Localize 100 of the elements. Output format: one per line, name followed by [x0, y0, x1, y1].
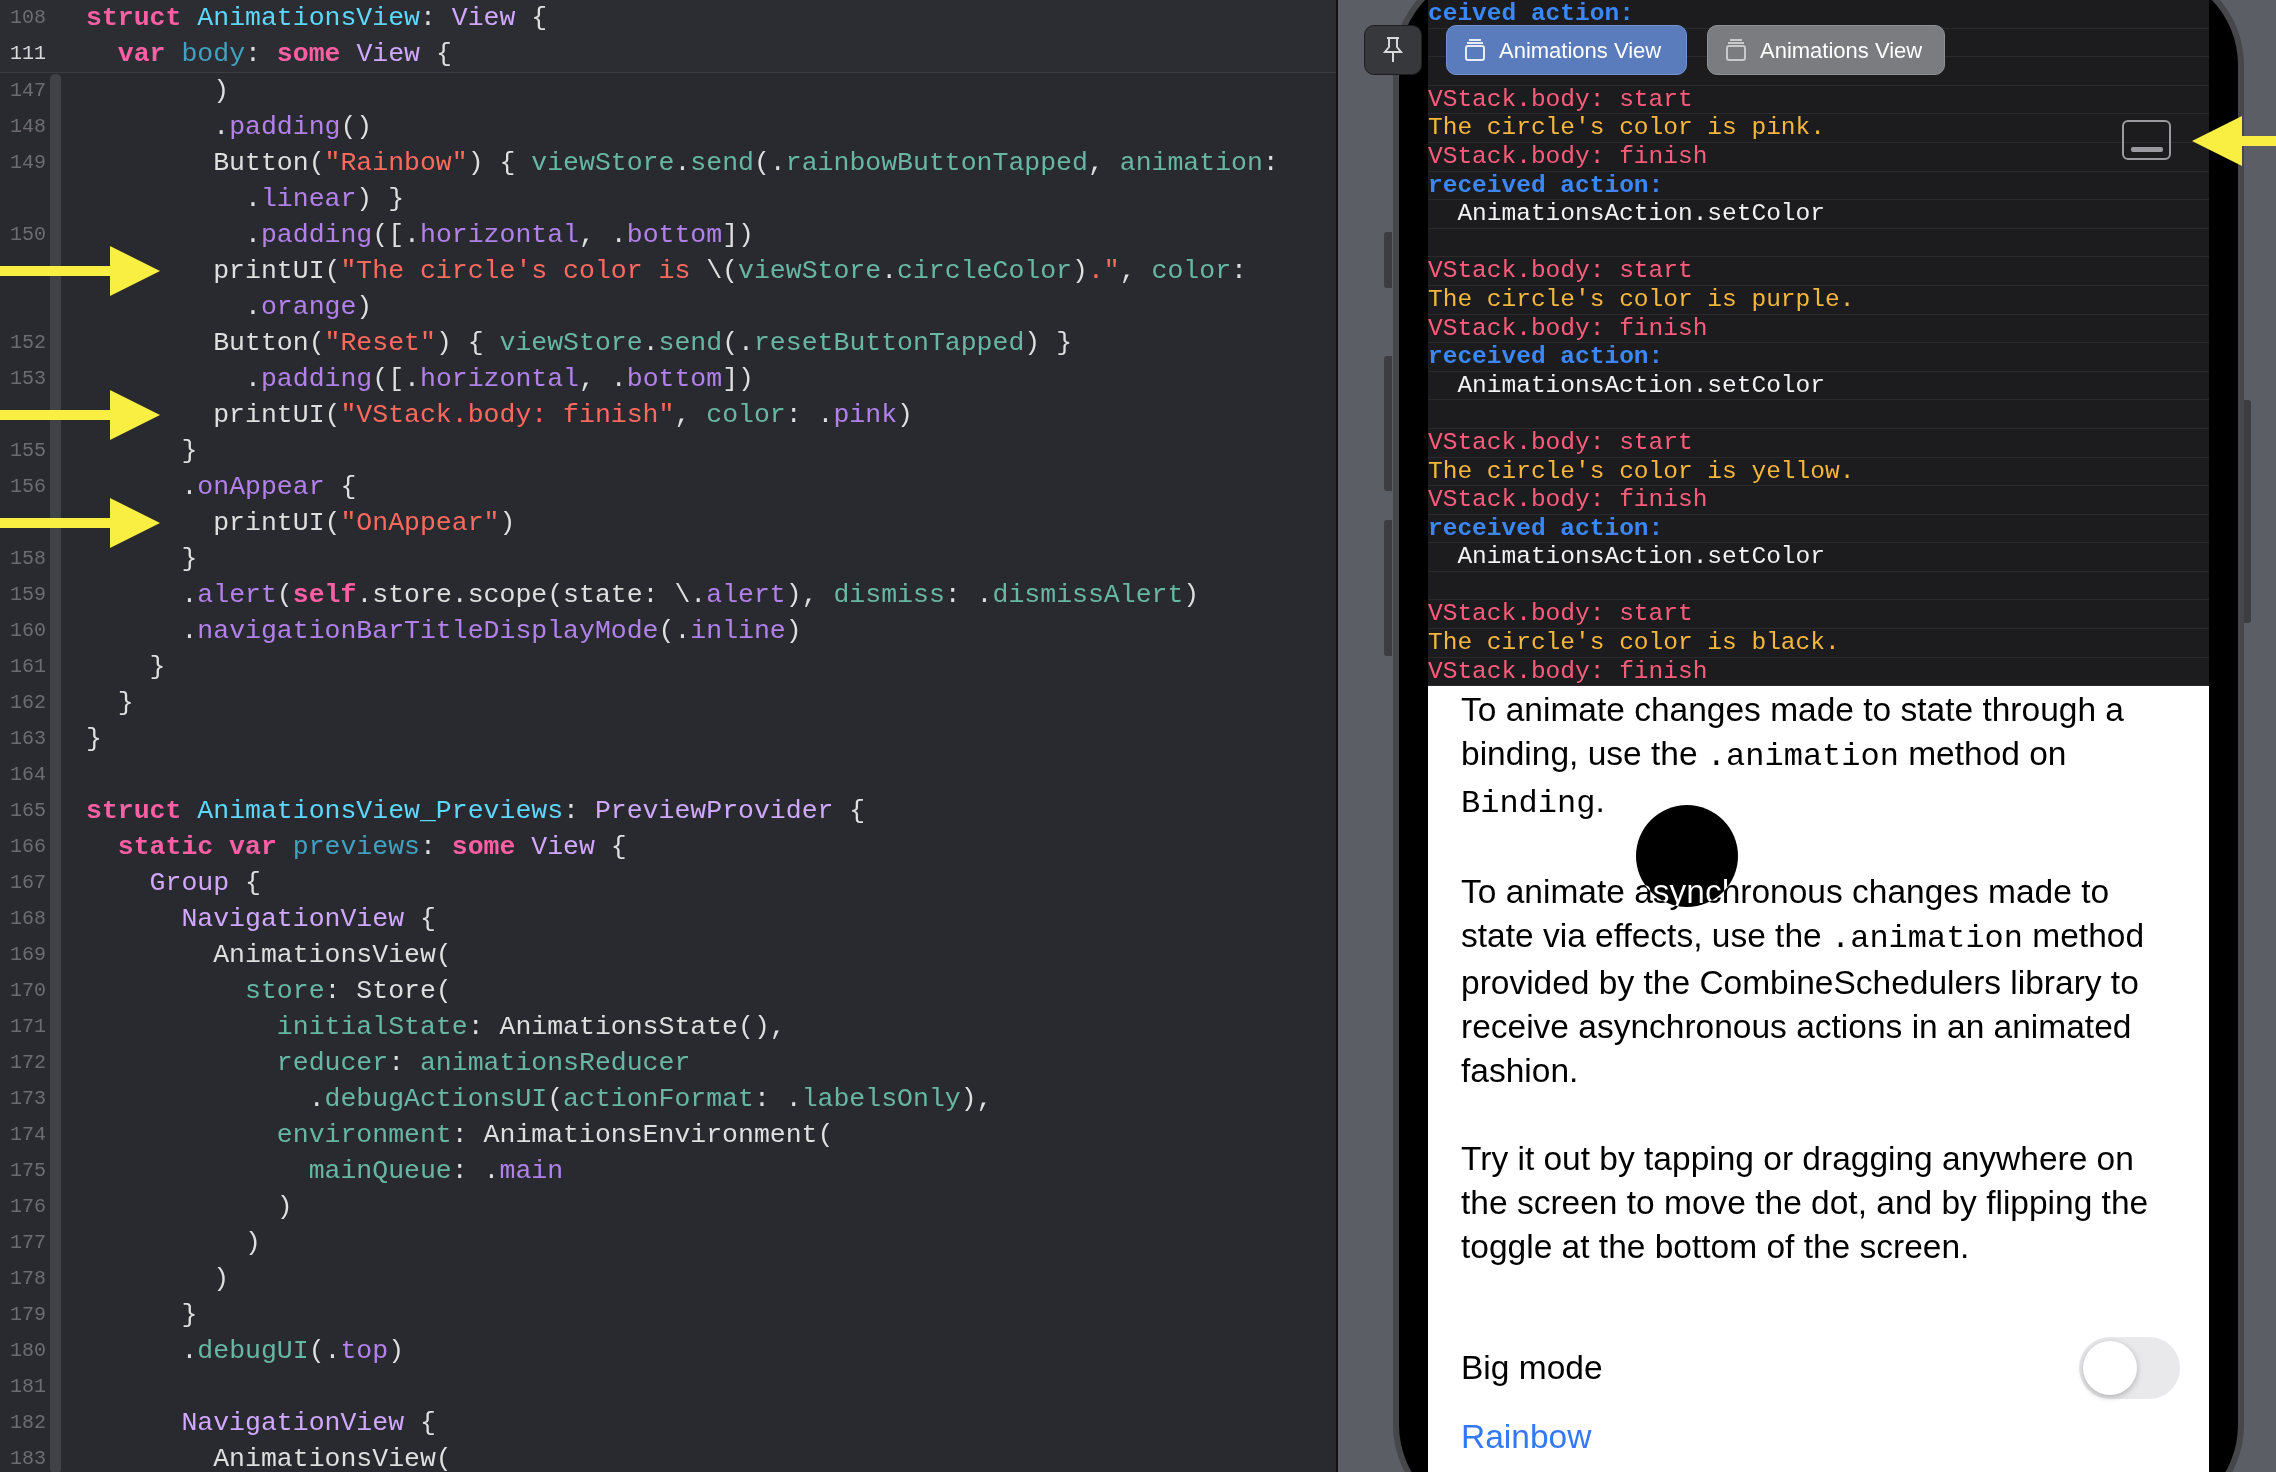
line-number: 174: [9, 1122, 46, 1148]
code-line: ): [275, 1191, 293, 1224]
line-number: 179: [9, 1302, 46, 1328]
code-line: .debugUI(.top): [180, 1335, 405, 1368]
toggle-label: Big mode: [1461, 1347, 1603, 1388]
code-line: .alert(self.store.scope(state: \.alert), dismiss: .dismissAlert): [180, 579, 1200, 612]
code-line: .padding(): [212, 111, 373, 144]
code-line: printUI("The circle's color is \(viewStore.circleColor).", color:: [212, 255, 1247, 288]
line-number: 183: [9, 1446, 46, 1472]
code-line: static var previews: some View {: [116, 831, 627, 864]
code-line: AnimationsView(: [212, 1443, 452, 1472]
line-number: 158: [9, 546, 46, 572]
code-line: ): [212, 75, 230, 108]
code-line: .linear) }: [244, 183, 405, 216]
line-number: 159: [9, 582, 46, 608]
code-line: }: [86, 723, 102, 756]
line-number: 177: [9, 1230, 46, 1256]
line-number: 153: [9, 366, 46, 392]
line-number: 111: [9, 41, 46, 67]
code-line: NavigationView {: [180, 903, 436, 936]
code-line: initialState: AnimationsState(),: [275, 1011, 786, 1044]
preview-tab[interactable]: Animations View: [1707, 25, 1945, 75]
log-line: AnimationsAction.setColor: [1456, 543, 1825, 571]
log-line: received action:: [1428, 514, 1664, 542]
code-line: .orange): [244, 291, 373, 324]
code-line: environment: AnimationsEnvironment(: [275, 1119, 834, 1152]
log-line: The circle's color is pink.: [1428, 114, 1825, 142]
stack-icon: [1463, 38, 1487, 62]
line-number: 176: [9, 1194, 46, 1220]
line-number: 156: [9, 474, 46, 500]
line-number: 166: [9, 834, 46, 860]
code-line: ): [212, 1263, 230, 1296]
body-paragraph: To animate changes made to state through a binding, use the .animation method on Binding.: [1461, 690, 2125, 824]
log-line: VStack.body: finish: [1428, 142, 1708, 170]
line-number: 160: [9, 618, 46, 644]
line-number: 181: [9, 1374, 46, 1400]
line-number: 152: [9, 330, 46, 356]
line-number: 167: [9, 870, 46, 896]
line-number: 169: [9, 942, 46, 968]
line-number: 150: [9, 222, 46, 248]
code-line: }: [180, 1299, 198, 1332]
code-line: struct AnimationsView_Previews: PreviewProvider {: [86, 795, 866, 828]
log-line: VStack.body: start: [1428, 600, 1693, 628]
pin-button[interactable]: [1364, 25, 1422, 75]
code-line: Button("Reset") { viewStore.send(.resetButtonTapped) }: [212, 327, 1073, 360]
code-line: AnimationsView(: [212, 939, 452, 972]
line-number: 178: [9, 1266, 46, 1292]
rainbow-link[interactable]: Rainbow: [1461, 1417, 1592, 1457]
log-line: VStack.body: start: [1428, 428, 1693, 456]
code-line: store: Store(: [244, 975, 452, 1008]
code-line: Button("Rainbow") { viewStore.send(.rainbowButtonTapped, animation:: [212, 147, 1279, 180]
line-number: 175: [9, 1158, 46, 1184]
code-line: .onAppear {: [180, 471, 357, 504]
pin-icon: [1382, 36, 1404, 64]
line-number: 171: [9, 1014, 46, 1040]
line-number: 155: [9, 438, 46, 464]
code-line: .navigationBarTitleDisplayMode(.inline): [180, 615, 802, 648]
line-number: 164: [9, 762, 46, 788]
line-number: 172: [9, 1050, 46, 1076]
line-number: 149: [9, 150, 46, 176]
code-line: NavigationView {: [180, 1407, 436, 1440]
log-line: The circle's color is black.: [1428, 629, 1840, 657]
code-line: .padding([.horizontal, .bottom]): [244, 363, 754, 396]
code-line: }: [180, 543, 198, 576]
log-line: VStack.body: finish: [1428, 486, 1708, 514]
log-line: VStack.body: start: [1428, 85, 1693, 113]
code-line: struct AnimationsView: View {: [86, 2, 548, 35]
line-number: 182: [9, 1410, 46, 1436]
log-line: VStack.body: finish: [1428, 657, 1708, 685]
log-line: AnimationsAction.setColor: [1456, 200, 1825, 228]
log-line: VStack.body: finish: [1428, 314, 1708, 342]
log-line: received action:: [1428, 343, 1664, 371]
line-number: 148: [9, 114, 46, 140]
line-number: 161: [9, 654, 46, 680]
code-line: reducer: animationsReducer: [275, 1047, 691, 1080]
code-line: .debugActionsUI(actionFormat: .labelsOnly),: [307, 1083, 993, 1116]
code-line: Group {: [148, 867, 261, 900]
code-line: printUI("VStack.body: finish", color: .pink): [212, 399, 913, 432]
panel-button[interactable]: [2122, 120, 2171, 160]
line-number: 147: [9, 78, 46, 104]
code-line: .padding([.horizontal, .bottom]): [244, 219, 754, 252]
line-number: 170: [9, 978, 46, 1004]
code-line: mainQueue: .main: [307, 1155, 564, 1188]
line-number: 173: [9, 1086, 46, 1112]
code-line: var body: some View {: [116, 38, 452, 71]
code-line: printUI("OnAppear"): [212, 507, 516, 540]
stack-icon: [1724, 38, 1748, 62]
preview-tab[interactable]: Animations View: [1446, 25, 1687, 75]
line-number: 165: [9, 798, 46, 824]
code-line: }: [148, 651, 166, 684]
line-number: 168: [9, 906, 46, 932]
line-number: 108: [9, 5, 46, 31]
toggle-switch[interactable]: [2079, 1337, 2180, 1399]
log-line: The circle's color is yellow.: [1428, 457, 1855, 485]
line-number: 180: [9, 1338, 46, 1364]
log-line: ceived action:: [1428, 0, 1634, 27]
code-line: ): [244, 1227, 261, 1260]
code-line: }: [116, 687, 134, 720]
log-line: received action:: [1428, 171, 1664, 199]
line-number: 163: [9, 726, 46, 752]
